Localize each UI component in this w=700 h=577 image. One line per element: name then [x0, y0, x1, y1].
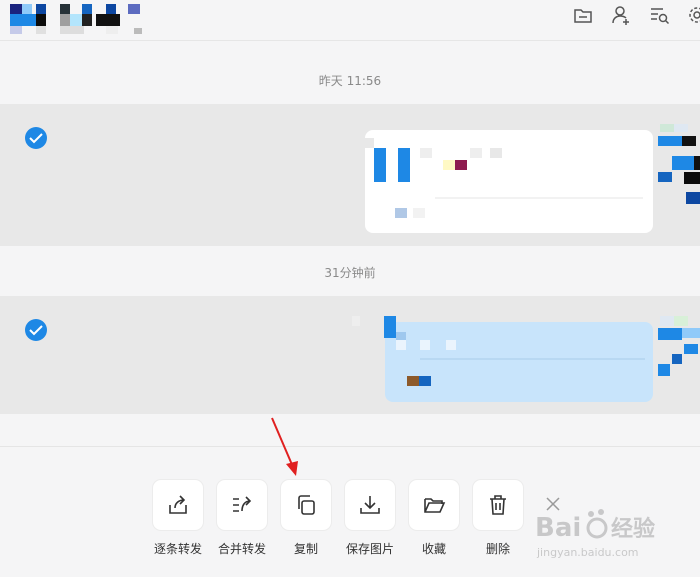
merge-forward-button[interactable]: [217, 480, 267, 530]
save-image-button[interactable]: [345, 480, 395, 530]
annotation-arrow-icon: [271, 417, 298, 476]
message-content-mosaic: [352, 316, 645, 386]
message-content-mosaic: [360, 138, 643, 218]
folder-open-icon: [424, 498, 446, 513]
svg-text:Bai: Bai: [535, 513, 581, 543]
timestamp: 31分钟前: [324, 266, 376, 280]
timestamp: 昨天 11:56: [318, 74, 382, 88]
copy-button[interactable]: [281, 480, 331, 530]
sender-avatar-mosaic: [658, 316, 700, 376]
delete-button[interactable]: [473, 480, 523, 530]
copy-icon: [298, 495, 315, 515]
trash-icon: [490, 495, 506, 515]
download-icon: [360, 496, 380, 514]
check-icon: [29, 133, 43, 144]
merge-forward-icon: [233, 496, 252, 512]
svg-text:jingyan.baidu.com: jingyan.baidu.com: [536, 546, 639, 559]
selected-checkbox[interactable]: [25, 127, 47, 149]
settings-icon[interactable]: [686, 4, 700, 26]
svg-text:经验: 经验: [611, 516, 655, 542]
selected-checkbox[interactable]: [25, 319, 47, 341]
baidu-watermark-logo: Bai 经验 jingyan.baidu.com: [535, 509, 655, 559]
chat-title-mosaic: [10, 4, 142, 34]
favorite-button[interactable]: [409, 480, 459, 530]
add-user-icon[interactable]: [610, 4, 632, 26]
search-list-icon[interactable]: [648, 4, 670, 26]
delete-label: 删除: [485, 542, 510, 556]
sender-avatar-mosaic: [658, 124, 700, 204]
forward-one-by-one-button[interactable]: [153, 480, 203, 530]
check-icon: [29, 325, 43, 336]
folder-icon[interactable]: [572, 4, 594, 26]
share-icon: [169, 495, 187, 514]
